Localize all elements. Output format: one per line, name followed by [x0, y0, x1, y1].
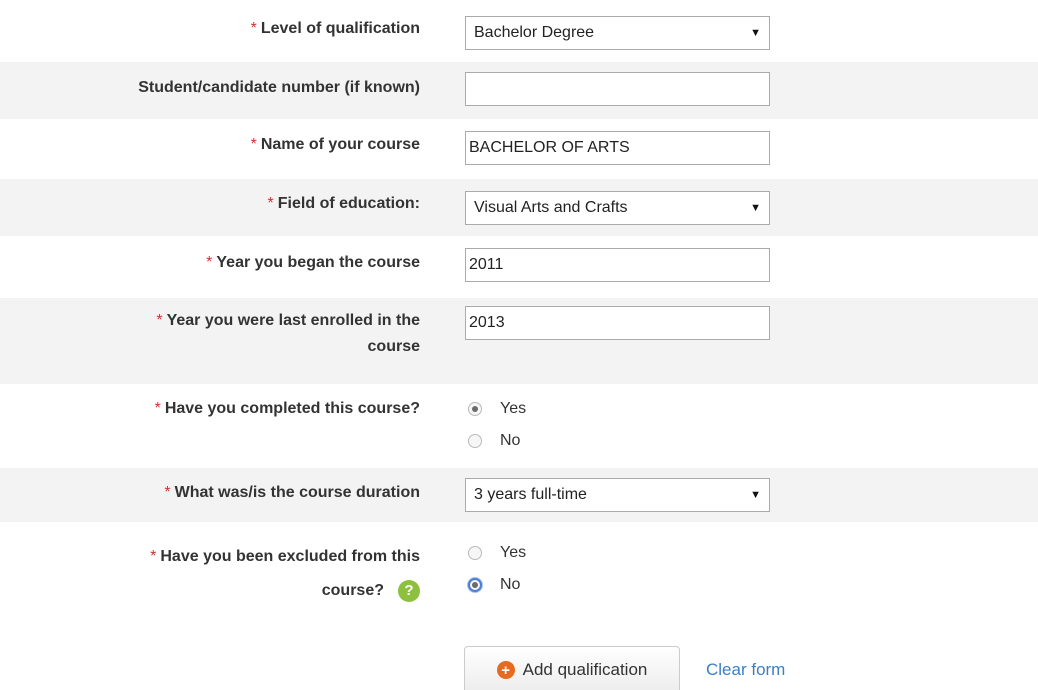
required-marker: *	[150, 548, 157, 565]
row-level: * Level of qualification Bachelor Degree …	[0, 0, 1038, 60]
course-name-input[interactable]	[465, 131, 770, 165]
duration-select-value: 3 years full-time	[474, 486, 587, 503]
radio-button[interactable]	[468, 434, 482, 448]
required-marker: *	[250, 136, 257, 153]
radio-button[interactable]	[468, 546, 482, 560]
chevron-down-icon: ▼	[750, 27, 761, 39]
row-course-name: * Name of your course	[0, 119, 1038, 178]
completed-radio-group: Yes No	[465, 393, 526, 457]
required-marker: *	[164, 484, 171, 501]
required-marker: *	[154, 400, 161, 417]
row-year-began: * Year you began the course	[0, 236, 1038, 298]
course-name-label: * Name of your course	[250, 136, 420, 153]
completed-option-yes[interactable]: Yes	[465, 393, 526, 425]
level-label: * Level of qualification	[250, 20, 420, 37]
year-last-input[interactable]	[465, 306, 770, 340]
clear-form-link[interactable]: Clear form	[706, 660, 785, 680]
excluded-radio-group: Yes No	[465, 537, 526, 601]
year-last-label: * Year you were last enrolled in the cour…	[156, 312, 420, 355]
add-qualification-label: Add qualification	[522, 660, 648, 679]
student-number-input[interactable]	[465, 72, 770, 106]
field-select[interactable]: Visual Arts and Crafts ▼	[465, 191, 770, 225]
field-select-value: Visual Arts and Crafts	[474, 199, 628, 216]
required-marker: *	[267, 195, 274, 212]
field-label: * Field of education:	[267, 195, 420, 212]
completed-option-no[interactable]: No	[465, 425, 526, 457]
student-number-label: Student/candidate number (if known)	[138, 79, 420, 96]
row-completed: * Have you completed this course? Yes No	[0, 384, 1038, 468]
row-duration: * What was/is the course duration 3 years…	[0, 468, 1038, 522]
row-field: * Field of education: Visual Arts and Cra…	[0, 179, 1038, 236]
plus-circle-icon: +	[496, 661, 515, 679]
required-marker: *	[250, 20, 257, 37]
completed-label: * Have you completed this course?	[154, 400, 420, 417]
excluded-option-yes[interactable]: Yes	[465, 537, 526, 569]
excluded-label: * Have you been excluded from this course…	[0, 540, 420, 608]
year-began-input[interactable]	[465, 248, 770, 282]
required-marker: *	[206, 254, 213, 271]
radio-button[interactable]	[468, 578, 482, 592]
level-select[interactable]: Bachelor Degree ▼	[465, 16, 770, 50]
level-select-value: Bachelor Degree	[474, 24, 595, 41]
row-year-last: * Year you were last enrolled in the cour…	[0, 298, 1038, 384]
required-marker: *	[156, 312, 163, 329]
chevron-down-icon: ▼	[750, 489, 761, 501]
duration-select[interactable]: 3 years full-time ▼	[465, 478, 770, 512]
qualification-form: * Level of qualification Bachelor Degree …	[0, 0, 1038, 690]
radio-button[interactable]	[468, 402, 482, 416]
add-qualification-button[interactable]: + Add qualification	[464, 646, 680, 690]
year-began-label: * Year you began the course	[206, 254, 420, 271]
row-student-number: Student/candidate number (if known)	[0, 62, 1038, 119]
duration-label: * What was/is the course duration	[164, 484, 420, 501]
row-excluded: * Have you been excluded from this course…	[0, 522, 1038, 622]
question-circle-icon[interactable]: ?	[398, 579, 420, 602]
excluded-option-no[interactable]: No	[465, 569, 526, 601]
chevron-down-icon: ▼	[750, 202, 761, 214]
